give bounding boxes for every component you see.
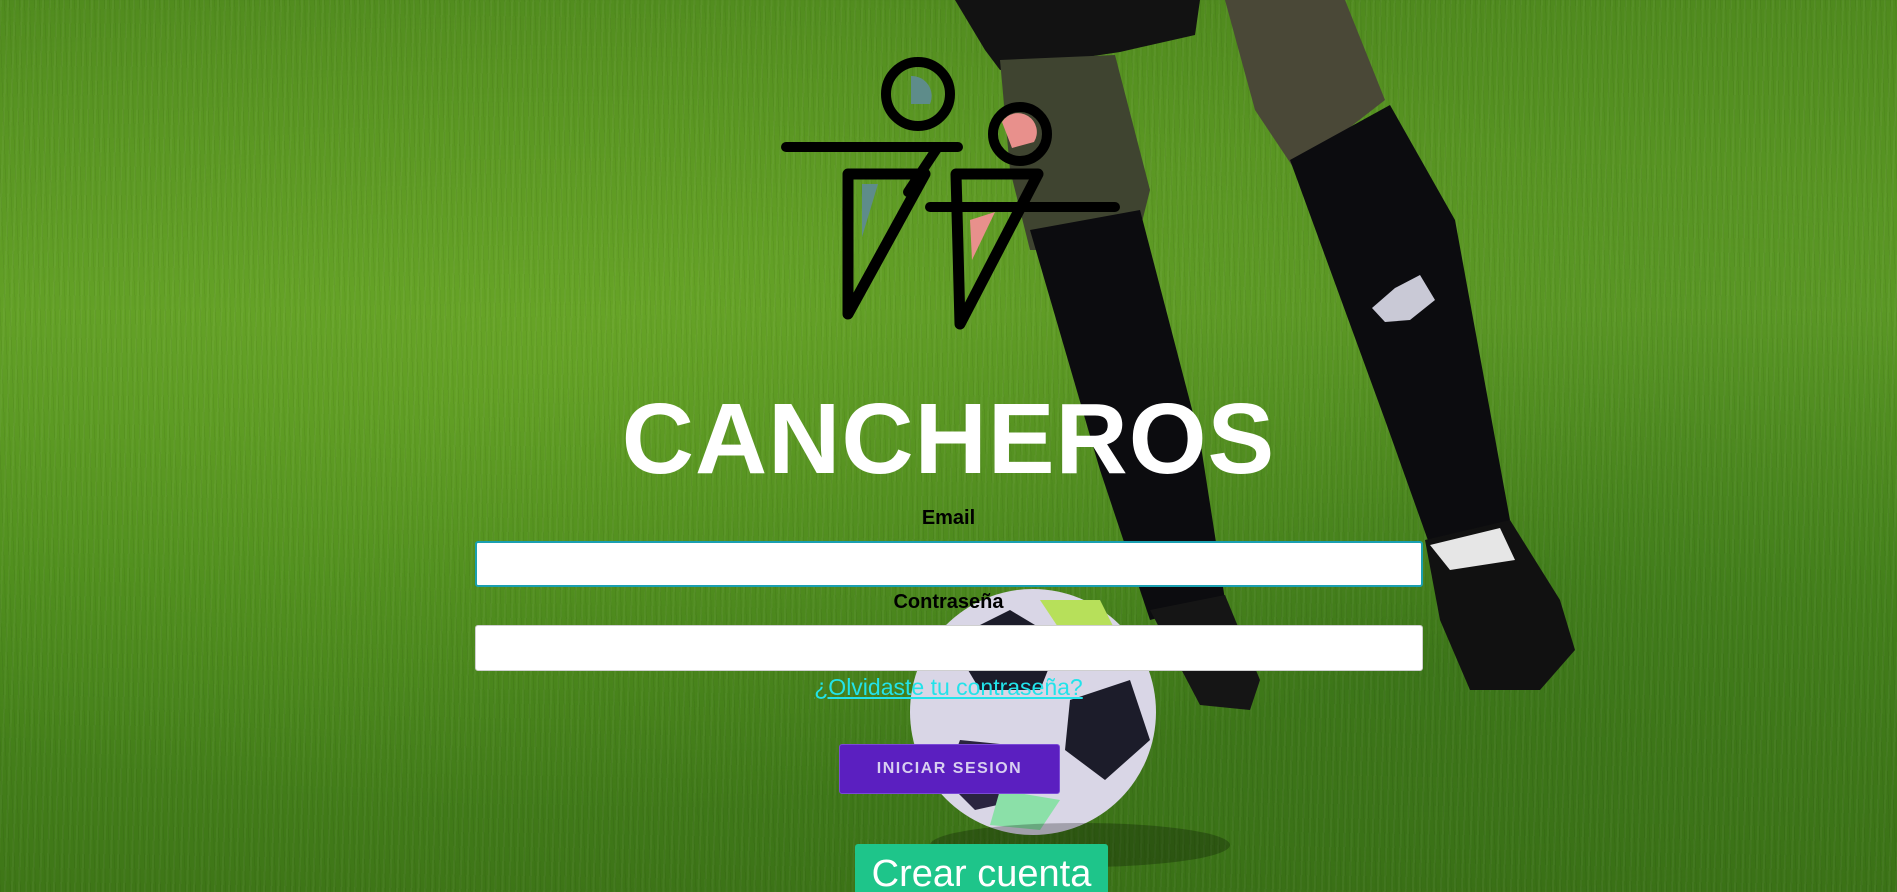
forgot-password-link[interactable]: ¿Olvidaste tu contraseña? <box>0 674 1897 701</box>
cancheros-logo <box>781 57 1120 330</box>
email-input[interactable] <box>475 541 1423 587</box>
create-account-button[interactable]: Crear cuenta <box>855 844 1108 892</box>
password-label: Contraseña <box>893 591 1004 613</box>
login-button[interactable]: INICIAR SESION <box>839 744 1060 794</box>
password-input[interactable] <box>475 625 1423 671</box>
email-label: Email <box>921 507 976 529</box>
brand-title: CANCHEROS <box>621 383 1276 495</box>
